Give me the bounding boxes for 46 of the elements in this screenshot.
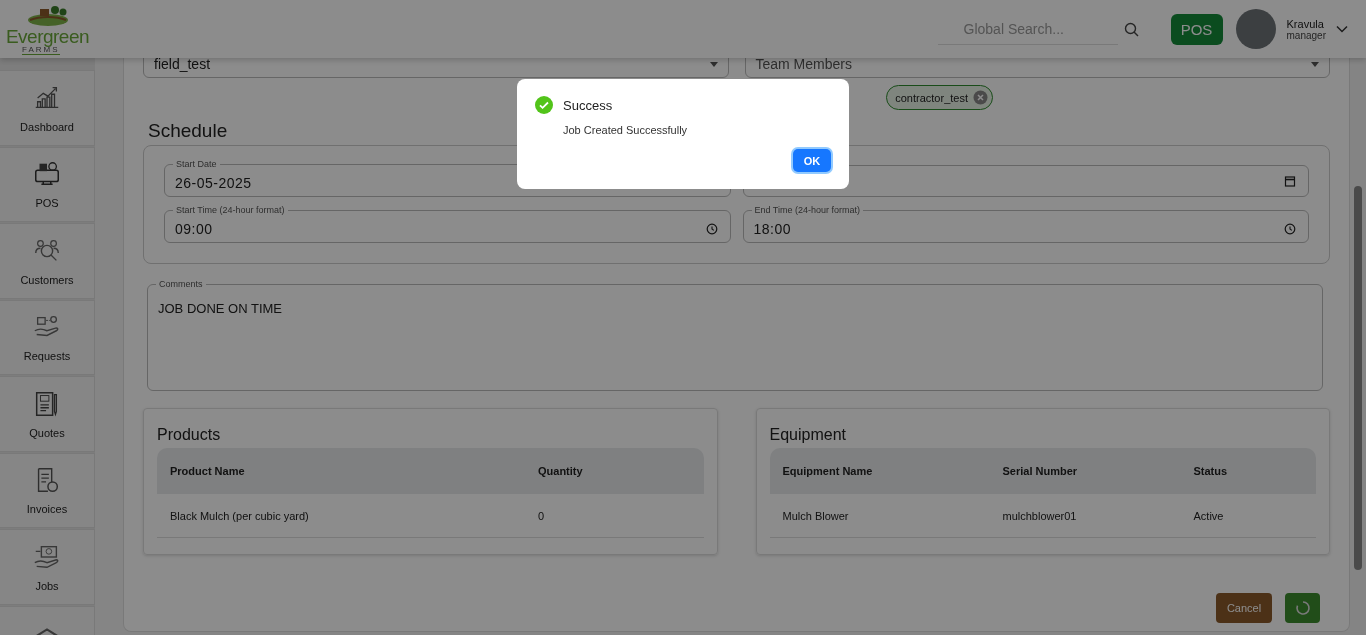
clock-icon[interactable] bbox=[705, 223, 718, 235]
column-header: Equipment Name bbox=[782, 465, 874, 477]
column-header: Quantity bbox=[538, 465, 584, 477]
scrollbar-thumb[interactable] bbox=[1354, 186, 1362, 570]
check-icon bbox=[535, 96, 553, 114]
search-icon[interactable] bbox=[1123, 21, 1139, 37]
time-field[interactable]: End Time (24-hour format) 18:00 bbox=[742, 205, 1309, 243]
column-header: Product Name bbox=[170, 465, 246, 477]
sidebar-item[interactable]: Invoices bbox=[0, 452, 95, 528]
sidebar-item[interactable]: POS bbox=[0, 146, 95, 222]
comments-field[interactable]: Comments JOB DONE ON TIME bbox=[147, 279, 1323, 391]
search-field[interactable]: Global Search... bbox=[937, 13, 1118, 45]
user-name: Kravula bbox=[1286, 17, 1325, 30]
time-field[interactable]: Start Time (24-hour format) 09:00 bbox=[164, 205, 731, 243]
clock-icon[interactable] bbox=[1284, 223, 1296, 235]
user-role: manager bbox=[1286, 29, 1326, 41]
sidebar-item[interactable]: Requests bbox=[0, 299, 95, 375]
pos-button[interactable]: POS bbox=[1170, 13, 1223, 45]
section-title: Schedule bbox=[148, 120, 228, 142]
caret-icon[interactable] bbox=[1311, 62, 1319, 67]
calendar-icon[interactable] bbox=[1284, 175, 1296, 187]
column-header: Serial Number bbox=[1002, 465, 1079, 477]
cancel-button[interactable]: Cancel bbox=[1216, 593, 1272, 623]
column-header: Status bbox=[1193, 465, 1229, 477]
sidebar-item[interactable]: Quotes bbox=[0, 376, 95, 452]
sidebar-item[interactable]: Dashboard bbox=[0, 70, 95, 146]
table-cell-text: mulchblower01 bbox=[1002, 509, 1078, 522]
chevron-down-icon[interactable] bbox=[1336, 25, 1348, 33]
table-title: Equipment bbox=[769, 426, 847, 444]
table-cell-text: Black Mulch (per cubic yard) bbox=[170, 509, 310, 522]
table-cell-text: Mulch Blower bbox=[782, 509, 850, 522]
dialog-title: Success bbox=[563, 97, 613, 113]
submit-button[interactable] bbox=[1285, 593, 1320, 623]
dialog-message: Job Created Successfully bbox=[563, 124, 689, 136]
table-title: Products bbox=[157, 426, 222, 444]
spinner-icon bbox=[1294, 600, 1311, 616]
ok-button[interactable]: OK bbox=[793, 149, 831, 172]
caret-icon[interactable] bbox=[709, 62, 718, 67]
logo-name: Evergreen bbox=[5, 27, 90, 45]
table-cell-text: 0 bbox=[538, 509, 546, 522]
sidebar-item[interactable]: Jobs bbox=[0, 529, 95, 605]
remove-icon[interactable] bbox=[973, 90, 988, 105]
table-cell-text: Active bbox=[1193, 509, 1225, 522]
sidebar-item[interactable]: Customers bbox=[0, 223, 95, 299]
team-chip[interactable]: contractor_test bbox=[886, 85, 993, 110]
avatar[interactable] bbox=[1235, 9, 1276, 49]
